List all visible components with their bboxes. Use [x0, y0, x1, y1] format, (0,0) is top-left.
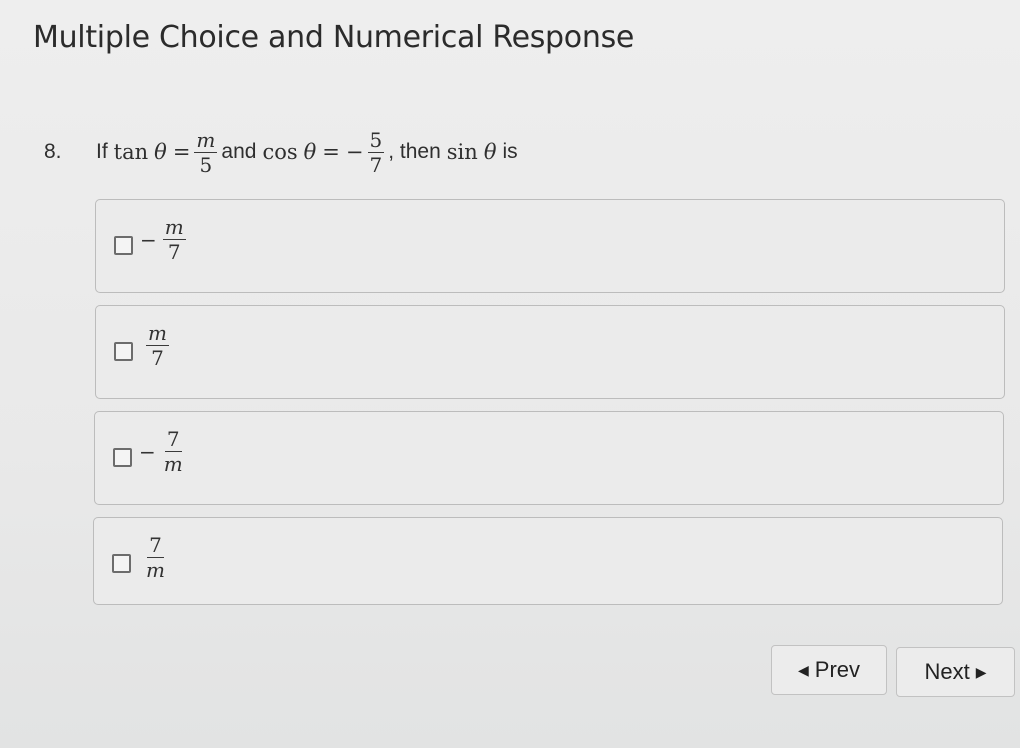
option-2-numerator: m	[146, 321, 169, 346]
tan-numerator: m	[194, 127, 218, 153]
option-4-numerator: 7	[147, 533, 164, 558]
cos-fraction: 5 7	[367, 127, 385, 177]
theta-symbol: θ	[154, 140, 167, 164]
option-3-denominator: m	[163, 452, 183, 476]
equals-sign: =	[172, 140, 191, 164]
triangle-left-icon: ◀	[797, 661, 809, 678]
option-3-sign: −	[139, 439, 156, 464]
option-4-denominator: m	[146, 558, 165, 582]
answer-option-2[interactable]: m 7	[95, 305, 1005, 399]
tan-denominator: 5	[199, 152, 213, 177]
theta-symbol: θ	[303, 140, 317, 164]
option-3-expression: − 7 m	[139, 428, 189, 475]
question-if-text: If	[96, 140, 108, 163]
option-2-denominator: 7	[151, 346, 164, 370]
question-8: 8. If tan θ = m 5 and cos θ = − 5 7 , th…	[44, 122, 518, 182]
option-4-checkbox[interactable]	[112, 554, 131, 573]
tan-fraction: m 5	[194, 127, 218, 177]
answer-option-3[interactable]: − 7 m	[94, 411, 1004, 505]
cos-function: cos	[262, 140, 298, 164]
option-2-checkbox[interactable]	[114, 342, 133, 361]
sin-function: sin	[446, 140, 478, 164]
equals-sign: =	[322, 140, 340, 164]
question-number: 8.	[44, 140, 62, 163]
question-then-text: , then	[388, 140, 441, 163]
minus-sign: −	[345, 140, 364, 164]
theta-symbol: θ	[483, 140, 497, 164]
tan-function: tan	[113, 140, 149, 164]
answer-option-4[interactable]: 7 m	[93, 517, 1003, 605]
cos-numerator: 5	[367, 127, 385, 153]
option-2-expression: m 7	[140, 322, 173, 369]
next-button[interactable]: Next ▶	[896, 647, 1015, 697]
quiz-page: Multiple Choice and Numerical Response 8…	[0, 0, 1020, 748]
page-title: Multiple Choice and Numerical Response	[33, 20, 635, 55]
option-1-expression: − m 7	[140, 216, 190, 263]
option-3-checkbox[interactable]	[113, 448, 132, 467]
triangle-right-icon: ▶	[975, 663, 987, 680]
prev-label: Prev	[814, 657, 861, 682]
question-and-text: and	[221, 140, 257, 163]
option-4-expression: 7 m	[138, 534, 171, 581]
option-3-numerator: 7	[164, 427, 182, 452]
prev-button[interactable]: ◀ Prev	[771, 645, 887, 695]
answer-option-1[interactable]: − m 7	[95, 199, 1005, 293]
option-1-numerator: m	[162, 215, 186, 240]
option-1-checkbox[interactable]	[114, 236, 133, 255]
cos-denominator: 7	[369, 152, 383, 177]
question-is-text: is	[502, 140, 518, 163]
next-label: Next	[924, 659, 970, 684]
option-1-denominator: 7	[167, 240, 181, 264]
option-1-sign: −	[140, 227, 157, 252]
